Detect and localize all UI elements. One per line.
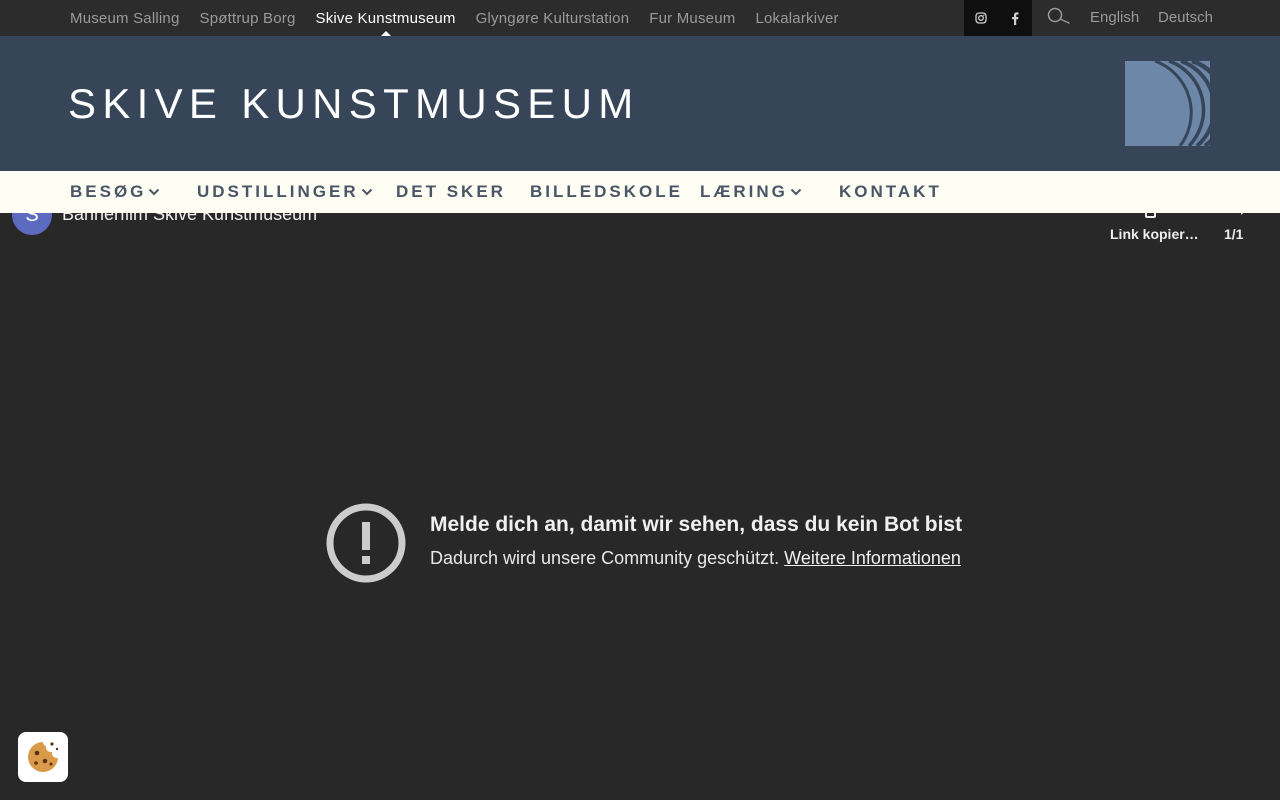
site-title[interactable]: SKIVE KUNSTMUSEUM xyxy=(68,80,640,128)
site-header: SKIVE KUNSTMUSEUM xyxy=(0,36,1280,171)
nav-item-laering[interactable]: LÆRING xyxy=(700,171,802,213)
copy-link-button[interactable]: Link kopier… xyxy=(1110,226,1199,242)
notice-body: Dadurch wird unsere Community geschützt.… xyxy=(430,548,961,569)
nav-item-udstillinger[interactable]: UDSTILLINGER xyxy=(197,171,373,213)
site-link-fur-museum[interactable]: Fur Museum xyxy=(649,10,735,27)
video-counter: 1/1 xyxy=(1224,226,1244,242)
notice-title: Melde dich an, damit wir sehen, dass du … xyxy=(430,513,963,536)
social-links xyxy=(964,0,1032,36)
instagram-button[interactable] xyxy=(964,0,998,36)
museum-logo-icon xyxy=(1125,58,1228,148)
language-english-link[interactable]: English xyxy=(1090,0,1139,36)
site-link-lokalarkiver[interactable]: Lokalarkiver xyxy=(755,10,838,27)
nav-item-label: BILLEDSKOLE xyxy=(530,182,683,201)
more-info-link[interactable]: Weitere Informationen xyxy=(784,548,961,568)
video-embed[interactable] xyxy=(0,213,1280,800)
cookie-settings-button[interactable] xyxy=(18,732,68,782)
language-deutsch-link[interactable]: Deutsch xyxy=(1158,0,1213,36)
nav-item-label: DET SKER xyxy=(396,182,506,201)
instagram-icon xyxy=(975,12,987,24)
nav-item-besog[interactable]: BESØG xyxy=(70,171,160,213)
museum-links: Museum Salling Spøttrup Borg Skive Kunst… xyxy=(70,0,859,38)
chevron-down-icon xyxy=(790,188,802,196)
nav-item-label: UDSTILLINGER xyxy=(197,182,359,201)
site-link-spottrup-borg[interactable]: Spøttrup Borg xyxy=(200,10,296,27)
logo-mark[interactable] xyxy=(1125,58,1228,148)
nav-item-label: BESØG xyxy=(70,182,147,201)
search-icon xyxy=(1047,7,1070,24)
chevron-down-icon xyxy=(361,188,373,196)
nav-item-det-sker[interactable]: DET SKER xyxy=(396,171,506,213)
nav-item-label: KONTAKT xyxy=(839,182,942,201)
site-link-museum-salling[interactable]: Museum Salling xyxy=(70,10,180,27)
nav-item-kontakt[interactable]: KONTAKT xyxy=(839,171,942,213)
search-button[interactable] xyxy=(1045,6,1071,28)
site-link-glyngore-kulturstation[interactable]: Glyngøre Kulturstation xyxy=(476,10,630,27)
nav-item-label: LÆRING xyxy=(700,182,788,201)
chevron-down-icon xyxy=(148,188,160,196)
nav-item-billedskole[interactable]: BILLEDSKOLE xyxy=(530,171,683,213)
exclamation-circle-icon xyxy=(326,503,406,583)
cookie-icon xyxy=(28,742,59,772)
top-bar: Museum Salling Spøttrup Borg Skive Kunst… xyxy=(0,0,1280,38)
notice-text: Dadurch wird unsere Community geschützt. xyxy=(430,548,780,568)
main-navigation: BESØG UDSTILLINGER DET SKER BILLEDSKOLE … xyxy=(0,171,1280,213)
facebook-icon xyxy=(1012,11,1019,25)
facebook-button[interactable] xyxy=(998,0,1032,36)
site-link-skive-kunstmuseum[interactable]: Skive Kunstmuseum xyxy=(316,10,456,38)
